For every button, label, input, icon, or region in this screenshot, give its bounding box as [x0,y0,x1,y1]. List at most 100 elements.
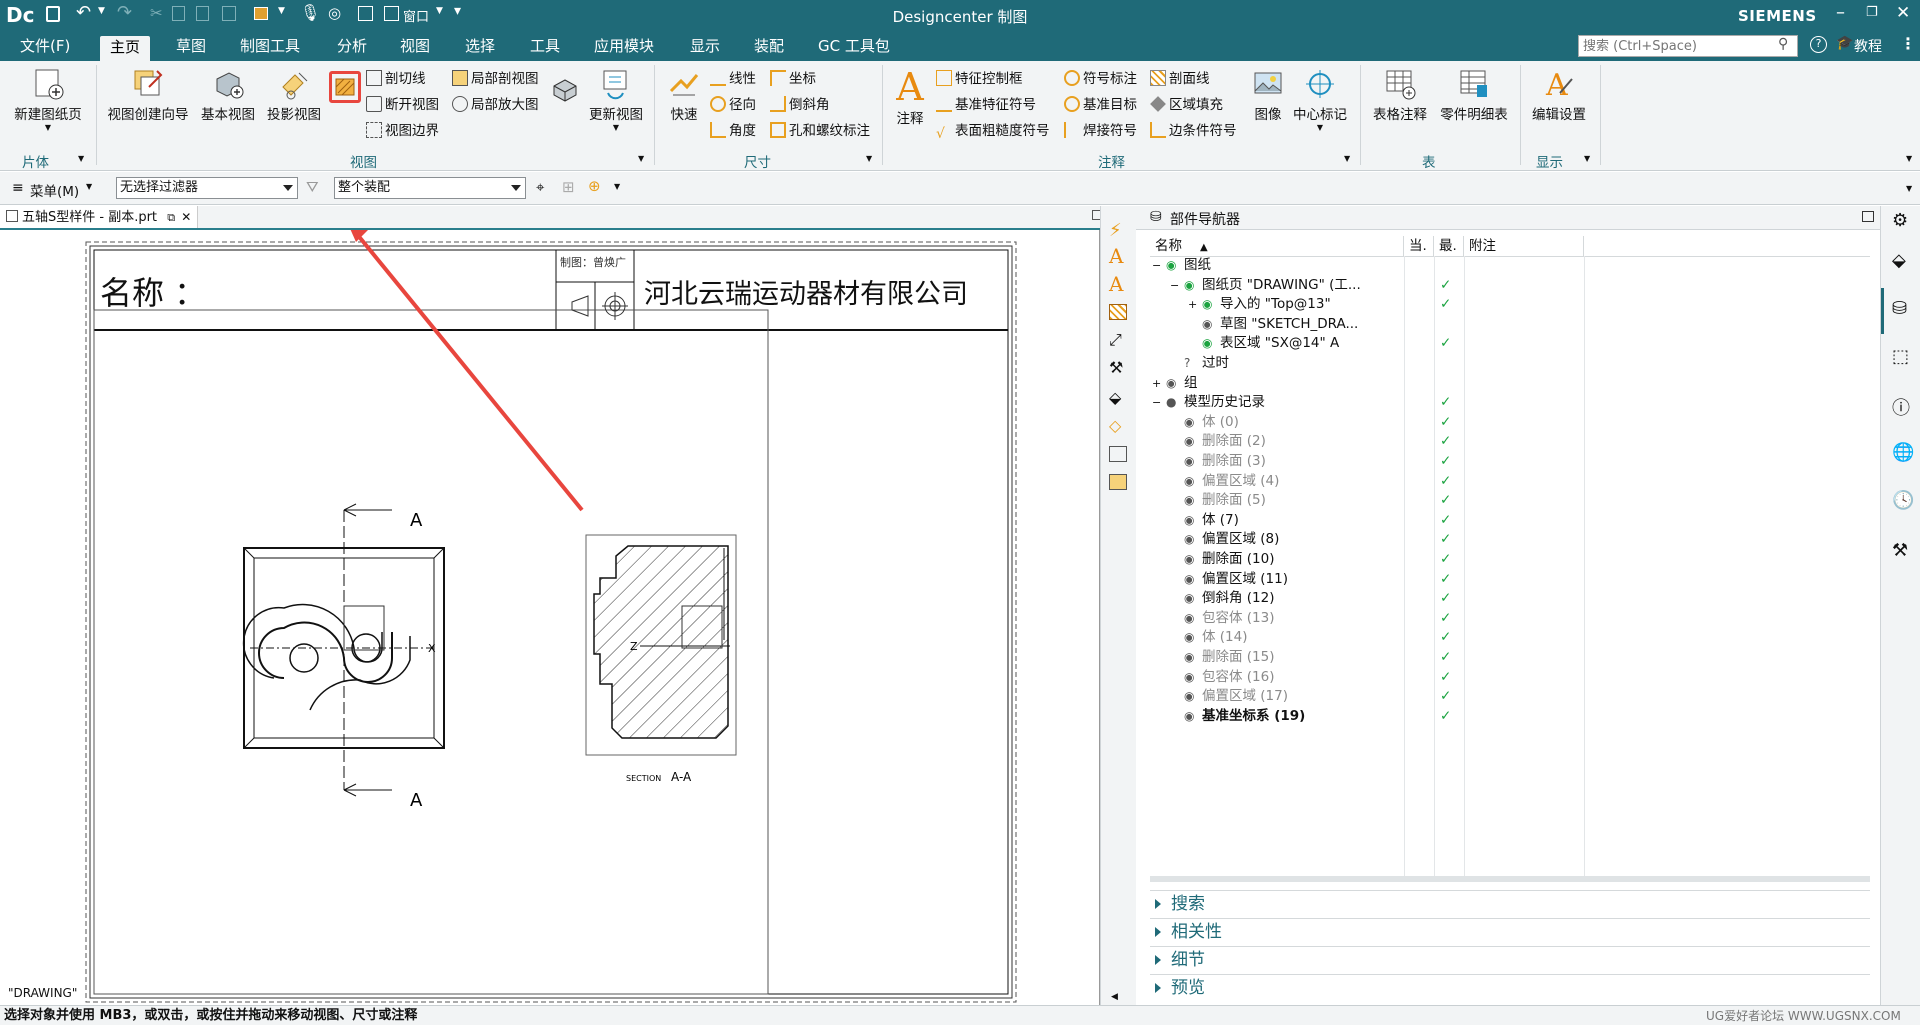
menu-view[interactable]: 视图 [390,34,440,59]
hatch-tool-icon[interactable] [1109,304,1127,320]
new-sheet-dropdown-icon[interactable]: ▼ [8,123,88,132]
toolbar-options-icon[interactable]: ▼ [1906,184,1912,193]
group-display-more-icon[interactable]: ▼ [1584,154,1590,163]
toolbar-collapse-icon[interactable]: ◀ [1111,992,1118,1002]
group-dim-more-icon[interactable]: ▼ [866,154,872,163]
menu-sketch[interactable]: 草图 [166,34,216,59]
projected-view-button[interactable]: 投影视图 [264,67,324,123]
constraint-navigator-icon[interactable]: ⬚ [1892,346,1909,367]
navigator-scrollbar[interactable] [1150,876,1870,882]
history-icon[interactable]: 🕓 [1892,490,1914,511]
coordinate-dim-button[interactable]: 坐标 [770,69,816,89]
update-view-dropdown-icon[interactable]: ▼ [584,123,648,132]
table-row[interactable]: ◉ 体 (14) ✓ [1150,628,1870,647]
tree-expander-icon[interactable]: − [1152,256,1161,275]
menu-analysis[interactable]: 分析 [327,34,377,59]
part-navigator-icon[interactable]: ⛁ [1892,298,1907,319]
point-snap-icon[interactable]: ⊕ [588,177,601,195]
window-switch-icon[interactable] [358,6,373,21]
close-icon[interactable]: ✕ [1896,3,1910,23]
hatch-button[interactable]: 剖面线 [1150,69,1210,89]
copy-icon[interactable] [172,6,185,21]
area-fill-button[interactable]: 区域填充 [1150,95,1223,115]
front-view[interactable]: A A X [242,503,445,811]
menu-application[interactable]: 应用模块 [584,34,664,59]
tree-expander-icon[interactable]: − [1170,276,1179,295]
table-row[interactable]: + ◉ 导入的 "Top@13" ✓ [1150,295,1870,314]
undo-dropdown-icon[interactable]: ▼ [98,6,105,16]
document-tab[interactable]: 五轴S型样件 - 副本.prt ⧉ ✕ [0,206,199,228]
table-row[interactable]: ◉ 草图 "SKETCH_DRA... [1150,315,1870,334]
navigator-maximize-icon[interactable] [1862,211,1874,222]
window-icon[interactable] [384,6,399,21]
edit-text-tool-icon[interactable]: A [1109,244,1123,268]
column-header-current[interactable]: 当. [1404,236,1434,256]
search-icon[interactable]: ⚲ [1778,36,1788,52]
select-all-icon[interactable]: ⊞ [562,178,575,196]
snap-point-icon[interactable]: ⌖ [536,178,544,196]
delete-icon[interactable] [222,6,236,21]
ribbon-collapse-icon[interactable]: ▼ [1906,154,1912,163]
view-style-icon[interactable] [254,7,268,20]
repair-tool-icon[interactable]: ⚒ [1109,358,1123,377]
table-row[interactable]: − ● 模型历史记录 ✓ [1150,393,1870,412]
minimize-icon[interactable]: – [1836,2,1845,23]
assembly-navigator-icon[interactable]: ⬙ [1892,250,1906,271]
group-note-more-icon[interactable]: ▼ [1344,154,1350,163]
chamfer-dim-button[interactable]: 倒斜角 [770,95,830,115]
parts-list-button[interactable]: 零件明细表 [1436,67,1512,123]
drawing-sheet[interactable]: A A X Z SECTION A-A [0,224,1100,1005]
linear-dim-button[interactable]: 线性 [710,69,756,89]
edge-symbol-button[interactable]: 边条件符号 [1150,121,1237,141]
redo-icon[interactable]: ↷ [117,2,132,23]
new-sheet-button[interactable]: 新建图纸页 ▼ [8,67,88,132]
tutorial-icon[interactable]: 🎓 [1836,35,1853,51]
close-tab-icon[interactable]: ✕ [181,210,191,224]
table-row[interactable]: ◉ 删除面 (10) ✓ [1150,550,1870,569]
table-row[interactable]: ◉ 删除面 (2) ✓ [1150,432,1870,451]
rapid-dimension-button[interactable]: 快速 [662,67,706,123]
edit-settings-button[interactable]: A 编辑设置 [1526,67,1592,123]
column-header-notes[interactable]: 附注 [1464,236,1584,256]
table-row[interactable]: ◉ 倒斜角 (12) ✓ [1150,589,1870,608]
menu-drafting-tools[interactable]: 制图工具 [230,34,310,59]
panel-details[interactable]: 细节 [1150,946,1870,972]
web-browser-icon[interactable]: 🌐 [1892,442,1914,463]
hole-thread-button[interactable]: 孔和螺纹标注 [770,121,870,141]
panel-dependencies[interactable]: 相关性 [1150,918,1870,944]
view-wizard-tool-icon[interactable] [1109,474,1127,490]
undo-icon[interactable]: ↶ [76,2,91,23]
table-row[interactable]: ◉ 体 (0) ✓ [1150,413,1870,432]
settings-gear-icon[interactable]: ⚙ [1892,210,1908,231]
table-row[interactable]: ◉ 表区域 "SX@14" A ✓ [1150,334,1870,353]
drawing-canvas[interactable]: A A X Z SECTION A-A 名称 ： 河北云瑞运动器材有限公司 制图… [0,224,1100,1005]
section-line-button[interactable]: 剖切线 [366,69,426,89]
id-symbol-button[interactable]: 符号标注 [1064,69,1137,89]
update-view-button[interactable]: 更新视图 ▼ [584,67,648,132]
table-row[interactable]: ◉ 删除面 (15) ✓ [1150,648,1870,667]
table-row[interactable]: ◉ 体 (7) ✓ [1150,511,1870,530]
role-tools-icon[interactable]: ⚒ [1892,540,1908,561]
datum-symbol-button[interactable]: 基准特征符号 [936,95,1036,115]
angle-dim-button[interactable]: 角度 [710,121,756,141]
note-tool-icon[interactable]: A [1109,272,1123,296]
image-button[interactable]: 图像 [1248,67,1288,123]
view-wizard-button[interactable]: 视图创建向导 [104,67,192,123]
radial-dim-button[interactable]: 径向 [710,95,756,115]
more-options-icon[interactable]: ⋮ [1900,34,1916,53]
menu-tools[interactable]: 工具 [520,34,570,59]
snap-dropdown-icon[interactable]: ▼ [614,182,620,191]
tree-expander-icon[interactable]: − [1152,393,1161,412]
table-note-button[interactable]: 表格注释 [1368,67,1432,123]
column-header-name[interactable]: 名称 ▲ [1150,236,1404,256]
center-mark-dropdown-icon[interactable]: ▼ [1290,123,1350,132]
detail-view-button[interactable]: 局部放大图 [452,95,539,115]
cut-icon[interactable]: ✂ [150,4,163,22]
group-piece-more-icon[interactable]: ▼ [78,154,84,163]
window-dropdown-icon[interactable]: ▼ [436,6,443,16]
table-row[interactable]: ◉ 偏置区域 (17) ✓ [1150,687,1870,706]
menu-hamburger-icon[interactable]: ≡ [12,180,24,196]
menu-file[interactable]: 文件(F) [10,34,80,59]
view-boundary-button[interactable]: 视图边界 [366,121,439,141]
projected-view-tool-icon[interactable]: ◇ [1109,416,1121,435]
